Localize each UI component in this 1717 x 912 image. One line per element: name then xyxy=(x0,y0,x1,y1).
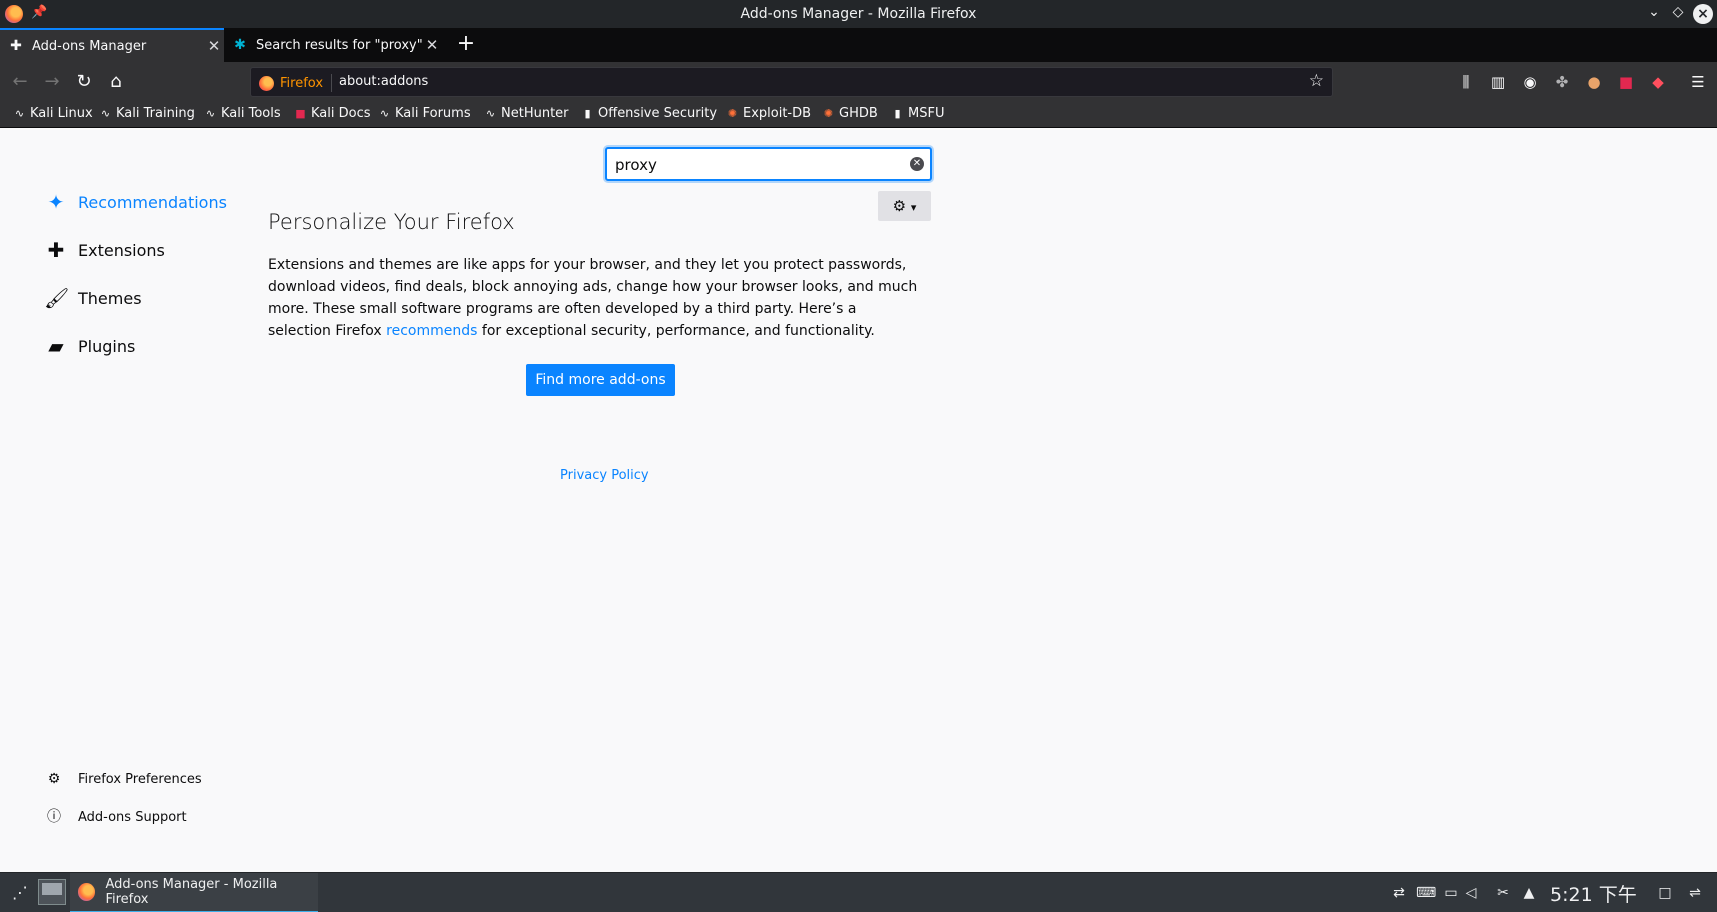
clock[interactable]: 5:21 下午 xyxy=(1550,880,1637,907)
sidebar-item-extensions[interactable]: ✚ Extensions xyxy=(44,238,165,262)
sidebar-item-recommendations[interactable]: ✦ Recommendations xyxy=(44,190,227,214)
bookmark-star-icon[interactable]: ☆ xyxy=(1309,71,1324,91)
kali-icon: ∿ xyxy=(379,106,390,120)
sidebar-icon[interactable]: ▥ xyxy=(1488,72,1508,92)
sidebar-item-plugins[interactable]: ▰ Plugins xyxy=(44,334,135,358)
plugin-icon: ▰ xyxy=(48,334,64,358)
bookmark-msfu[interactable]: ▮ MSFU xyxy=(892,106,944,121)
chevron-down-icon: ▾ xyxy=(910,201,917,214)
library-icon[interactable]: ⫼ xyxy=(1456,72,1476,92)
identity-box[interactable]: Firefox xyxy=(259,74,333,92)
puzzle-icon: ✚ xyxy=(10,38,22,54)
show-desktop-icon[interactable]: □ xyxy=(1656,884,1674,902)
shield-extension-icon[interactable]: ■ xyxy=(1616,72,1636,92)
back-icon[interactable]: ← xyxy=(6,68,34,96)
msfu-icon: ▮ xyxy=(894,106,901,120)
firefox-icon xyxy=(78,883,96,901)
tray-expand-icon[interactable]: ▲ xyxy=(1520,884,1538,902)
sidebar-item-label: Extensions xyxy=(78,240,165,260)
amo-icon: ✱ xyxy=(234,37,246,53)
bookmark-ghdb[interactable]: ✺ GHDB xyxy=(823,106,878,121)
nethunter-icon: ∿ xyxy=(485,106,496,120)
tab-label: Add-ons Manager xyxy=(32,38,147,54)
display-icon[interactable]: ▭ xyxy=(1442,884,1460,902)
help-icon: ⓘ xyxy=(47,809,61,825)
page-heading: Personalize Your Firefox xyxy=(268,210,515,234)
bookmark-exploit-db[interactable]: ✺ Exploit-DB xyxy=(727,106,811,121)
close-tab-icon[interactable]: ✕ xyxy=(422,36,442,54)
keyboard-icon[interactable]: ⌨ xyxy=(1416,884,1436,902)
puzzle-icon: ✚ xyxy=(47,238,65,262)
tab-search-results[interactable]: ✱ Search results for "proxy" ✕ xyxy=(224,28,442,62)
sidebar-item-label: Recommendations xyxy=(78,192,227,212)
sidebar-item-label: Plugins xyxy=(78,336,136,356)
privacy-policy-link[interactable]: Privacy Policy xyxy=(560,468,649,483)
addons-content: ✕ ✦ Recommendations ✚ Extensions 🖌 Theme… xyxy=(0,128,1717,872)
ghdb-icon: ✺ xyxy=(823,106,834,120)
gear-icon: ⚙ xyxy=(47,771,61,787)
url-bar[interactable]: Firefox about:addons ☆ xyxy=(250,67,1333,97)
kali-icon: ∿ xyxy=(100,106,111,120)
extension-icon[interactable]: ✤ xyxy=(1552,72,1572,92)
identity-label: Firefox xyxy=(280,75,324,91)
url-text[interactable]: about:addons xyxy=(339,74,428,89)
bookmark-kali-tools[interactable]: ∿ Kali Tools xyxy=(205,106,281,121)
home-icon[interactable]: ⌂ xyxy=(102,68,130,96)
sparkle-icon: ✦ xyxy=(47,190,65,214)
volume-icon[interactable]: ◁ xyxy=(1462,884,1480,902)
tab-strip: ✚ Add-ons Manager ✕ ✱ Search results for… xyxy=(0,28,1717,62)
maximize-icon[interactable]: ◇ xyxy=(1668,4,1688,20)
clear-search-icon[interactable]: ✕ xyxy=(910,157,924,171)
clipboard-icon[interactable]: ✂ xyxy=(1494,884,1512,902)
close-tab-icon[interactable]: ✕ xyxy=(204,37,224,55)
forward-icon[interactable]: → xyxy=(38,68,66,96)
app-launcher-icon[interactable]: ⋰ xyxy=(10,883,30,903)
desktop-pager[interactable] xyxy=(38,879,66,905)
reload-icon[interactable]: ↻ xyxy=(70,68,98,96)
addons-support-link[interactable]: ⓘ Add-ons Support xyxy=(46,809,187,825)
addon-icon[interactable]: ◆ xyxy=(1648,72,1668,92)
exploit-db-icon: ✺ xyxy=(727,106,738,120)
bookmark-offensive-security[interactable]: ▮ Offensive Security xyxy=(582,106,717,121)
window-title: Add-ons Manager - Mozilla Firefox xyxy=(740,6,977,22)
find-more-addons-button[interactable]: Find more add-ons xyxy=(526,364,675,396)
tab-addons-manager[interactable]: ✚ Add-ons Manager ✕ xyxy=(0,28,224,62)
minimize-icon[interactable]: ⌄ xyxy=(1644,4,1664,20)
tools-menu-button[interactable]: ⚙ ▾ xyxy=(878,191,931,221)
cookie-extension-icon[interactable]: ● xyxy=(1584,72,1604,92)
bookmark-kali-docs[interactable]: ■ Kali Docs xyxy=(295,106,370,121)
addons-search-input[interactable] xyxy=(615,155,895,175)
navigation-toolbar: ← → ↻ ⌂ Firefox about:addons ☆ ⫼ ▥ ◉ ✤ ●… xyxy=(0,62,1717,102)
hamburger-menu-icon[interactable]: ☰ xyxy=(1688,72,1708,92)
kali-icon: ∿ xyxy=(14,106,25,120)
close-window-button[interactable]: × xyxy=(1693,4,1713,24)
recommends-link[interactable]: recommends xyxy=(386,323,477,339)
bookmark-kali-training[interactable]: ∿ Kali Training xyxy=(100,106,195,121)
firefox-icon xyxy=(259,75,274,91)
bookmarks-toolbar: ∿ Kali Linux ∿ Kali Training ∿ Kali Tools ■… xyxy=(0,102,1717,128)
network-icon[interactable]: ⇄ xyxy=(1390,884,1408,902)
kali-icon: ∿ xyxy=(205,106,216,120)
docs-icon: ■ xyxy=(295,106,306,120)
firefox-preferences-link[interactable]: ⚙ Firefox Preferences xyxy=(46,771,202,787)
bookmark-kali-linux[interactable]: ∿ Kali Linux xyxy=(14,106,93,121)
addons-search-box[interactable]: ✕ xyxy=(605,147,932,181)
taskbar-task-firefox[interactable]: Add-ons Manager - Mozilla Firefox xyxy=(70,873,318,912)
bookmark-nethunter[interactable]: ∿ NetHunter xyxy=(485,106,569,121)
new-tab-button[interactable]: + xyxy=(455,28,477,62)
recommendations-description: Extensions and themes are like apps for … xyxy=(268,257,918,339)
brush-icon: 🖌 xyxy=(44,286,70,310)
tab-label: Search results for "proxy" xyxy=(256,37,422,53)
taskbar: ⋰ Add-ons Manager - Mozilla Firefox ⇄ ⌨ … xyxy=(0,872,1717,912)
gear-icon: ⚙ xyxy=(892,197,907,215)
account-icon[interactable]: ◉ xyxy=(1520,72,1540,92)
sidebar-item-label: Themes xyxy=(78,288,142,308)
offsec-icon: ▮ xyxy=(584,106,591,120)
window-titlebar: 📌 Add-ons Manager - Mozilla Firefox ⌄ ◇ … xyxy=(0,0,1717,28)
bookmark-kali-forums[interactable]: ∿ Kali Forums xyxy=(379,106,471,121)
panel-settings-icon[interactable]: ⇌ xyxy=(1686,884,1704,902)
sidebar-item-themes[interactable]: 🖌 Themes xyxy=(44,286,142,310)
